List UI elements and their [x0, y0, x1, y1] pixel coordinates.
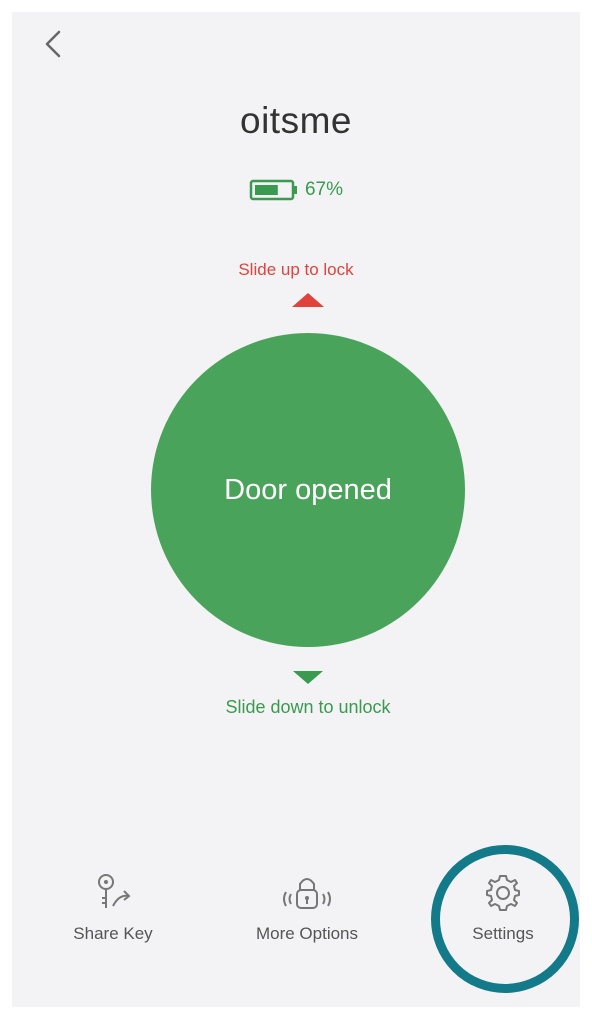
door-status-text: Door opened	[224, 473, 392, 506]
chevron-left-icon	[45, 30, 61, 58]
slide-down-arrow-icon[interactable]	[293, 671, 323, 684]
key-share-icon	[91, 870, 135, 914]
battery-percent: 67%	[304, 179, 344, 200]
slide-down-unlock-hint: Slide down to unlock	[225, 697, 391, 717]
battery-icon	[249, 179, 297, 201]
gear-icon	[481, 870, 525, 914]
battery-status: 67%	[0, 178, 592, 202]
settings-label: Settings	[472, 924, 534, 943]
share-key-label: Share Key	[73, 924, 153, 943]
more-options-label: More Options	[255, 924, 359, 943]
more-options-button[interactable]: More Options	[227, 870, 387, 944]
slide-up-lock-hint: Slide up to lock	[238, 260, 354, 279]
back-button[interactable]	[38, 24, 68, 64]
door-lock-slider[interactable]: Door opened	[151, 333, 465, 647]
lock-options-icon	[277, 870, 337, 914]
device-name: oitsme	[240, 100, 352, 141]
settings-button[interactable]: Settings	[423, 870, 583, 944]
battery-fill	[254, 185, 278, 195]
slide-up-arrow-icon[interactable]	[292, 293, 324, 307]
share-key-button[interactable]: Share Key	[33, 870, 193, 944]
